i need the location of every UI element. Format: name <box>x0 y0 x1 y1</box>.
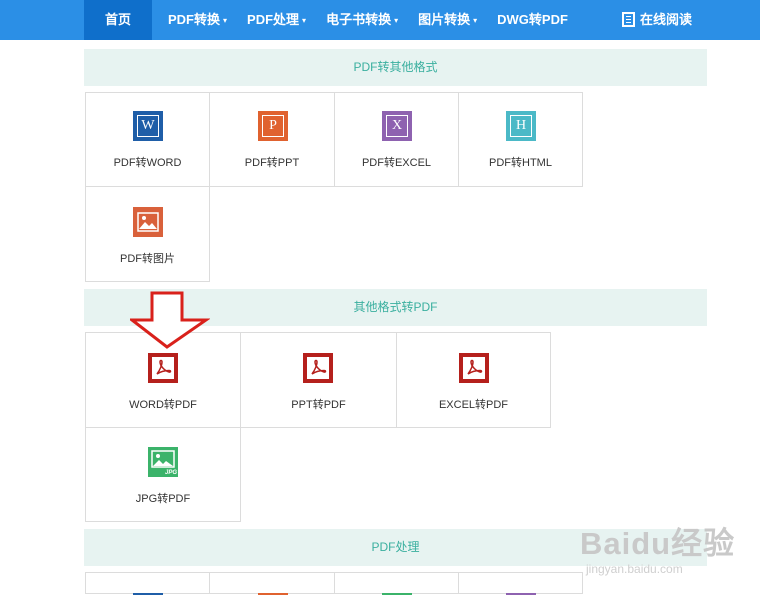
html-icon: H <box>506 111 536 141</box>
tile-label: JPG转PDF <box>135 493 191 505</box>
tile-pdf-to-excel[interactable]: X PDF转EXCEL <box>334 92 459 187</box>
document-icon <box>622 12 635 28</box>
pdf-icon <box>459 353 489 383</box>
word-icon: W <box>133 111 163 141</box>
excel-icon: X <box>382 111 412 141</box>
watermark-url: jingyan.baidu.com <box>586 562 683 576</box>
acrobat-glyph <box>156 359 172 375</box>
online-reading-label: 在线阅读 <box>640 12 693 27</box>
nav-pdf-convert[interactable]: PDF转换 ▾ <box>158 0 237 40</box>
nav-home[interactable]: 首页 <box>84 0 152 40</box>
section-title: PDF处理 <box>371 540 420 554</box>
tile-pdf-to-image[interactable]: PDF转图片 <box>85 186 210 282</box>
nav-pdf-convert-label: PDF转换 <box>168 12 221 27</box>
down-arrow-annotation-icon <box>130 291 210 349</box>
chevron-down-icon: ▾ <box>394 15 399 25</box>
tile-ppt-to-pdf[interactable]: PPT转PDF <box>240 332 397 428</box>
html-icon-letter: H <box>510 115 532 137</box>
tile-pdf-to-html[interactable]: H PDF转HTML <box>458 92 583 187</box>
tile-label: WORD转PDF <box>129 399 197 411</box>
tile-jpg-to-pdf[interactable]: JPG JPG转PDF <box>85 427 241 522</box>
section-title: PDF转其他格式 <box>353 60 438 74</box>
tile-label: PDF转HTML <box>489 157 552 169</box>
tile-pdf-process-1[interactable] <box>85 572 210 595</box>
tile-label: PDF转EXCEL <box>361 157 432 169</box>
chevron-down-icon: ▾ <box>223 15 228 25</box>
tile-label: PDF转图片 <box>120 253 175 265</box>
watermark-logo: Baidu经验 <box>580 526 736 561</box>
nav-ebook-convert-label: 电子书转换 <box>326 12 392 27</box>
section-title: 其他格式转PDF <box>353 300 438 314</box>
tile-pdf-to-word[interactable]: W PDF转WORD <box>85 92 210 187</box>
nav-ebook-convert[interactable]: 电子书转换 ▾ <box>316 0 408 40</box>
top-nav-bar: 首页 PDF转换 ▾ PDF处理 ▾ 电子书转换 ▾ 图片转换 ▾ DWG转PDF 在线… <box>0 0 760 40</box>
ppt-icon: P <box>258 111 288 141</box>
ppt-icon-letter: P <box>262 115 284 137</box>
tile-excel-to-pdf[interactable]: EXCEL转PDF <box>396 332 551 428</box>
chevron-down-icon: ▾ <box>302 15 307 25</box>
jpg-badge: JPG <box>164 470 177 476</box>
tile-label: EXCEL转PDF <box>438 399 509 411</box>
word-icon-letter: W <box>137 115 159 137</box>
nav-dwg-to-pdf[interactable]: DWG转PDF <box>487 0 578 40</box>
tile-label: PDF转PPT <box>244 157 300 169</box>
acrobat-glyph <box>311 359 327 375</box>
nav-image-convert-label: 图片转换 <box>418 12 471 27</box>
tile-label: PDF转WORD <box>113 157 182 169</box>
nav-home-label: 首页 <box>104 12 131 27</box>
tile-pdf-process-2[interactable] <box>209 572 335 595</box>
tile-pdf-process-4[interactable] <box>458 572 583 595</box>
main-nav: 首页 PDF转换 ▾ PDF处理 ▾ 电子书转换 ▾ 图片转换 ▾ DWG转PDF <box>84 0 578 40</box>
nav-pdf-process[interactable]: PDF处理 ▾ <box>237 0 316 40</box>
nav-image-convert[interactable]: 图片转换 ▾ <box>408 0 487 40</box>
chevron-down-icon: ▾ <box>473 15 478 25</box>
image-icon <box>133 207 163 237</box>
nav-dwg-to-pdf-label: DWG转PDF <box>497 12 568 27</box>
acrobat-glyph <box>467 359 483 375</box>
image-icon-glyph <box>137 212 159 232</box>
tile-pdf-process-3[interactable] <box>334 572 459 595</box>
tile-label: PPT转PDF <box>291 399 346 411</box>
excel-icon-letter: X <box>386 115 408 137</box>
pdf-icon <box>148 353 178 383</box>
nav-pdf-process-label: PDF处理 <box>247 12 300 27</box>
tile-pdf-to-ppt[interactable]: P PDF转PPT <box>209 92 335 187</box>
online-reading-link[interactable]: 在线阅读 <box>622 0 692 40</box>
section-header-pdf-to-other: PDF转其他格式 <box>84 49 707 86</box>
jpg-icon: JPG <box>148 447 178 477</box>
pdf-icon <box>303 353 333 383</box>
